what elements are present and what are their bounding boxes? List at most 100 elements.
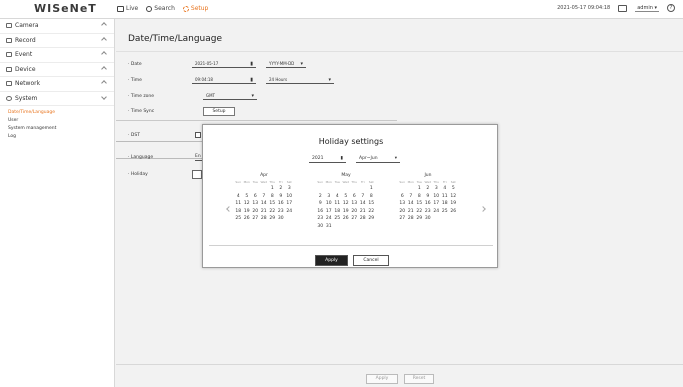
calendar-day[interactable]: 28: [407, 216, 416, 224]
nav-search[interactable]: Search: [146, 5, 175, 12]
date-label: · Date: [128, 62, 142, 67]
calendar-day[interactable]: 2: [277, 186, 286, 194]
calendar-day[interactable]: 3: [432, 186, 441, 194]
help-icon[interactable]: ?: [667, 4, 675, 12]
calendar-day[interactable]: 27: [398, 216, 407, 224]
calendar-day[interactable]: 30: [277, 216, 286, 224]
submenu-date-time-language[interactable]: Date/Time/Language: [8, 109, 114, 117]
calendar-day[interactable]: 29: [415, 216, 424, 224]
chevron-up-icon: [101, 51, 107, 57]
calendar-day[interactable]: 26: [342, 216, 351, 224]
calendar-day[interactable]: 23: [316, 216, 325, 224]
calendar-day[interactable]: 24: [325, 216, 334, 224]
calendar-day[interactable]: 29: [367, 216, 376, 224]
calendar-day[interactable]: 25: [333, 216, 342, 224]
calendar-day[interactable]: 12: [342, 201, 351, 209]
calendar-day[interactable]: 15: [268, 201, 277, 209]
top-bar: WISeNeT Live Search Setup 2021-05-17 09:…: [0, 0, 683, 19]
calendar-day[interactable]: 1: [367, 186, 376, 194]
calendar-day[interactable]: 14: [260, 201, 269, 209]
sidebar-item-event[interactable]: Event: [0, 48, 114, 63]
nav-setup[interactable]: Setup: [182, 5, 208, 12]
calendar-day[interactable]: 9: [316, 201, 325, 209]
calendar-day[interactable]: 19: [449, 201, 458, 209]
spinner-icon: ▮: [340, 156, 343, 161]
submenu-user[interactable]: User: [8, 117, 114, 125]
calendar-day[interactable]: 26: [243, 216, 252, 224]
time-field[interactable]: 09:04:18 ▮: [192, 76, 256, 84]
calendar-day[interactable]: 15: [367, 201, 376, 209]
sidebar-item-camera[interactable]: Camera: [0, 19, 114, 34]
year-select[interactable]: 2021 ▮: [309, 155, 346, 163]
apply-button[interactable]: Apply: [366, 374, 398, 384]
calendar-day[interactable]: 24: [285, 209, 294, 217]
calendar-day[interactable]: 13: [251, 201, 260, 209]
calendar-day[interactable]: 3: [285, 186, 294, 194]
calendar-day[interactable]: 13: [350, 201, 359, 209]
calendar-day[interactable]: 14: [407, 201, 416, 209]
time-format-select[interactable]: 24 Hours ▾: [266, 76, 334, 84]
calendar-day[interactable]: 25: [441, 209, 450, 217]
timezone-value: GMT: [206, 93, 215, 98]
calendar-day[interactable]: 10: [325, 201, 334, 209]
calendar-day[interactable]: 25: [234, 216, 243, 224]
calendar-day[interactable]: 13: [398, 201, 407, 209]
date-format-value: YYYY-MM-DD: [269, 61, 295, 66]
calendar-day[interactable]: 15: [415, 201, 424, 209]
dialog-cancel-button[interactable]: Cancel: [353, 255, 389, 266]
calendar-day[interactable]: 12: [243, 201, 252, 209]
calendar-blank: [251, 186, 260, 194]
time-label-text: Time: [130, 78, 142, 83]
dst-checkbox[interactable]: [195, 132, 201, 138]
sidebar-item-device[interactable]: Device: [0, 63, 114, 77]
gear-icon: [182, 5, 189, 12]
calendar-day[interactable]: 18: [441, 201, 450, 209]
dialog-apply-button[interactable]: Apply: [315, 255, 348, 266]
calendar-day[interactable]: 11: [333, 201, 342, 209]
sidebar-item-record[interactable]: Record: [0, 34, 114, 48]
sidebar-item-system[interactable]: System: [0, 92, 114, 106]
date-format-select[interactable]: YYYY-MM-DD ▾: [266, 60, 306, 68]
calendar-day[interactable]: 26: [449, 209, 458, 217]
calendar-day[interactable]: 16: [424, 201, 433, 209]
calendar-day[interactable]: 2: [424, 186, 433, 194]
calendar-day[interactable]: 5: [449, 186, 458, 194]
calendar-blank: [398, 186, 407, 194]
submenu-log[interactable]: Log: [8, 133, 114, 141]
calendar-day[interactable]: 1: [415, 186, 424, 194]
holiday-button[interactable]: [192, 170, 202, 179]
timezone-select[interactable]: GMT ▾: [203, 92, 257, 100]
calendar-day[interactable]: 24: [432, 209, 441, 217]
event-icon: [6, 52, 12, 58]
calendar-day[interactable]: 31: [325, 224, 334, 232]
monitor-icon[interactable]: [618, 4, 628, 12]
calendar-month: Jun Sun Mon Tue Wed Thu Fri Sat 1 2 3 4 5 6 7 8 9 10 11 1…: [398, 173, 458, 224]
month-range-value: Apr~Jun: [359, 156, 378, 161]
prev-arrow-icon[interactable]: [226, 206, 232, 212]
calendar-day[interactable]: 1: [268, 186, 277, 194]
calendar-day[interactable]: 17: [285, 201, 294, 209]
reset-button[interactable]: Reset: [404, 374, 434, 384]
calendar-day[interactable]: 16: [277, 201, 286, 209]
month-range-select[interactable]: Apr~Jun ▾: [356, 155, 400, 163]
calendar-day[interactable]: 14: [359, 201, 368, 209]
calendar-day[interactable]: 29: [268, 216, 277, 224]
calendar-day[interactable]: 28: [359, 216, 368, 224]
calendar-day[interactable]: 28: [260, 216, 269, 224]
language-label: · Language: [128, 155, 154, 160]
calendar-day[interactable]: 30: [424, 216, 433, 224]
sidebar-item-network[interactable]: Network: [0, 77, 114, 92]
calendar-day[interactable]: 30: [316, 224, 325, 232]
date-field[interactable]: 2021-05-17 ▮: [192, 60, 256, 68]
calendar-day[interactable]: 27: [251, 216, 260, 224]
calendar-day[interactable]: 27: [350, 216, 359, 224]
calendar-day[interactable]: 17: [432, 201, 441, 209]
submenu-system-management[interactable]: System management: [8, 125, 114, 133]
dialog-title: Holiday settings: [318, 137, 384, 146]
calendar-day[interactable]: 11: [234, 201, 243, 209]
user-menu[interactable]: admin ▾: [635, 5, 659, 12]
calendar-day[interactable]: 4: [441, 186, 450, 194]
next-arrow-icon[interactable]: [480, 206, 486, 212]
timesync-setup-button[interactable]: Setup: [203, 107, 235, 116]
nav-live[interactable]: Live: [117, 5, 138, 12]
